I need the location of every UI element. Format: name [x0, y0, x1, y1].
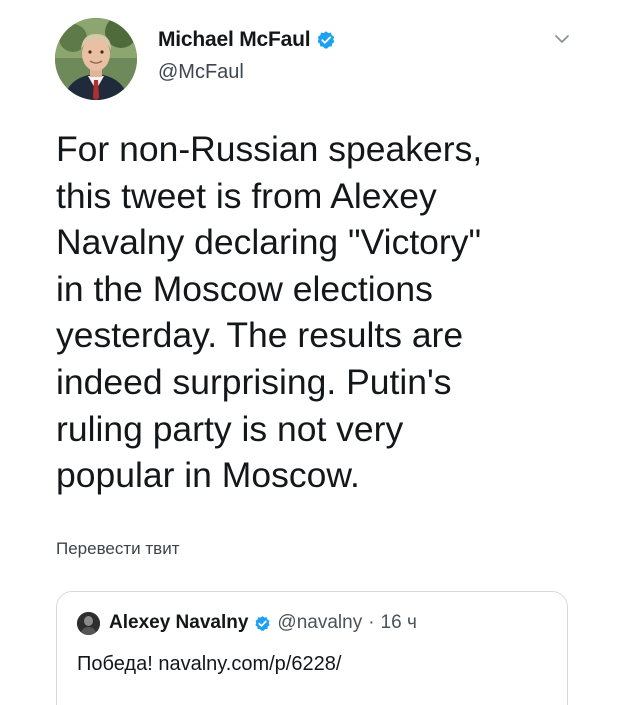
- quoted-tweet-card[interactable]: Alexey Navalny @navalny · 16 ч Победа! n…: [56, 591, 568, 705]
- tweet-text-line: this tweet is from Alexey: [56, 175, 437, 216]
- author-avatar[interactable]: [55, 18, 137, 100]
- quoted-author-name[interactable]: Alexey Navalny: [109, 612, 248, 634]
- verified-badge-icon: [254, 615, 271, 632]
- quoted-tweet-header: Alexey Navalny @navalny · 16 ч: [77, 610, 417, 636]
- tweet: Michael McFaul @McFaul For non-Russian s…: [0, 0, 620, 705]
- tweet-text-line: ruling party is not very: [56, 408, 404, 449]
- separator-dot: ·: [368, 612, 375, 633]
- author-photo: [55, 18, 137, 100]
- quoted-timestamp[interactable]: 16 ч: [381, 612, 417, 634]
- verified-badge-icon: [316, 30, 336, 50]
- tweet-text-line: popular in Moscow.: [56, 455, 360, 496]
- quoted-author-handle[interactable]: @navalny: [277, 612, 362, 634]
- author-name-row[interactable]: Michael McFaul: [158, 26, 336, 54]
- author-display-name[interactable]: Michael McFaul: [158, 28, 311, 52]
- tweet-text-line: yesterday. The results are: [56, 315, 464, 356]
- quoted-tweet-text: Победа! navalny.com/p/6228/: [77, 653, 342, 675]
- tweet-text-line: in the Moscow elections: [56, 268, 433, 309]
- chevron-down-icon[interactable]: [552, 31, 572, 47]
- tweet-text-line: For non-Russian speakers,: [56, 129, 483, 169]
- tweet-text-line: indeed surprising. Putin's: [56, 361, 452, 402]
- tweet-text-line: Navalny declaring "Victory": [56, 222, 482, 263]
- translate-tweet-link[interactable]: Перевести твит: [56, 539, 179, 559]
- tweet-text: For non-Russian speakers, this tweet is …: [56, 126, 596, 499]
- author-handle[interactable]: @McFaul: [158, 61, 244, 84]
- quoted-author-avatar[interactable]: [77, 611, 100, 635]
